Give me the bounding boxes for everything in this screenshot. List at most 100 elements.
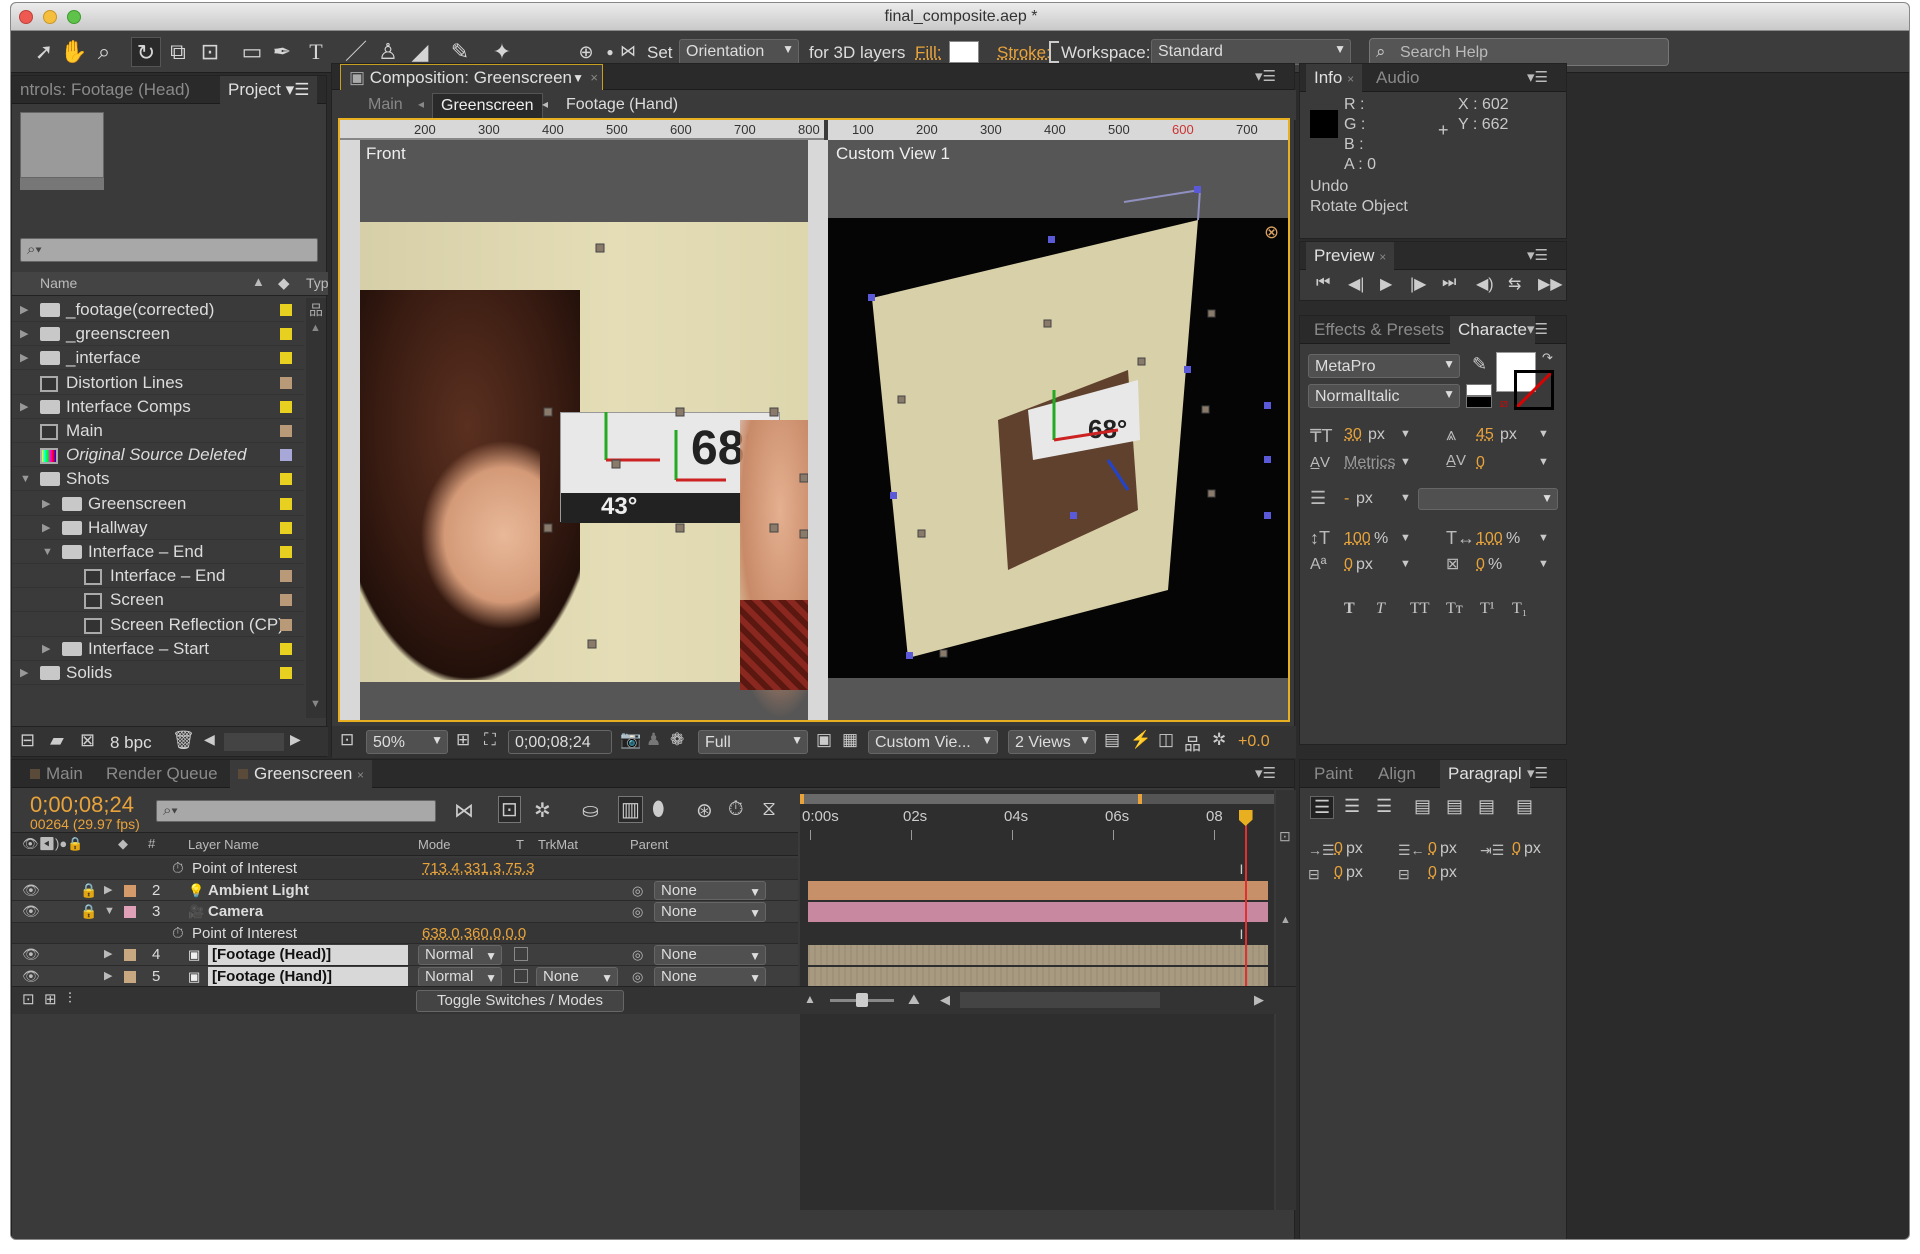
project-item[interactable]: ▶ Greenscreen [12,492,304,516]
font-family-dropdown[interactable]: MetaPro ▼ [1308,354,1460,378]
label-color-swatch[interactable] [124,884,136,897]
project-item[interactable]: ▼ Shots [12,467,304,492]
layer-name[interactable]: [Footage (Head)] [208,945,408,965]
project-search-input[interactable]: ⌕▾ [20,238,318,262]
panel-menu-icon[interactable]: ▾☰ [1255,764,1276,782]
chevron-down-icon[interactable]: ▼ [1538,532,1549,544]
twirl-open-icon[interactable]: ▼ [42,540,56,564]
pick-whip-icon[interactable]: ◎ [632,880,643,902]
exposure-reset-icon[interactable]: ✲ [1212,730,1226,750]
property-value[interactable]: 713.4,331.3,75.3 [422,858,535,880]
small-caps-icon[interactable]: Tт [1446,600,1463,618]
label-color-swatch[interactable] [280,473,292,486]
tab-project[interactable]: Project ▾☰ [220,76,318,104]
label-color-swatch[interactable] [280,521,292,534]
tab-preview[interactable]: Preview × [1306,242,1395,270]
pick-whip-icon[interactable]: ◎ [632,901,643,923]
first-line-indent-value[interactable]: 0 [1512,840,1521,858]
always-preview-icon[interactable]: ⊡ [340,730,354,750]
tab-greenscreen-timeline[interactable]: Greenscreen × [230,760,373,788]
visibility-eye-icon[interactable]: 👁 [22,944,40,966]
tab-audio[interactable]: Audio [1368,64,1427,92]
label-color-swatch[interactable] [280,352,292,365]
previous-frame-icon[interactable]: ◀| [1348,274,1364,294]
rectangle-tool-icon[interactable]: ▭ [237,37,267,67]
new-folder-icon[interactable]: ▰ [50,730,64,751]
label-color-swatch[interactable] [280,425,292,437]
channels-icon[interactable]: ❁ [670,730,684,750]
brainstorm-icon[interactable]: ⊛ [696,798,713,823]
hand-tool-icon[interactable]: ✋ [59,37,89,67]
layer-duration-bar[interactable] [808,967,1268,987]
close-tab-icon[interactable]: × [357,768,364,782]
transform-gizmo[interactable] [360,140,824,720]
loop-icon[interactable]: ⇆ [1508,274,1521,294]
align-center-icon[interactable]: ☰ [1344,796,1360,817]
project-item[interactable]: ▶ Hallway [12,516,304,540]
label-color-swatch[interactable] [280,594,292,607]
blend-mode-dropdown[interactable]: Normal ▼ [418,967,502,987]
bit-depth-button[interactable]: 8 bpc [110,733,152,753]
mini-flowchart-icon[interactable]: ⋈ [454,798,474,823]
search-help-field[interactable]: ⌕ Search Help [1369,38,1669,66]
fill-swatch[interactable] [949,41,979,63]
tab-effects-presets[interactable]: Effects & Presets [1306,316,1452,344]
project-item[interactable]: ▶ _greenscreen [12,322,304,347]
tab-render-queue[interactable]: Render Queue [98,760,226,788]
twirl-closed-icon[interactable]: ▶ [42,637,56,661]
property-row[interactable]: ⏱ Point of Interest 713.4,331.3,75.3 [12,858,798,880]
label-color-swatch[interactable] [280,400,292,413]
resolution-dropdown[interactable]: Full ▼ [698,730,808,754]
layer-duration-bar[interactable] [808,880,1268,901]
motion-blur-icon[interactable]: ⬮ [652,798,665,821]
trash-icon[interactable]: 🗑 [172,730,195,751]
chevron-down-icon[interactable]: ▼ [572,65,584,91]
grid-overlay-icon[interactable]: ⊞ [456,730,470,750]
twirl-closed-icon[interactable]: ▶ [104,944,112,966]
viewer-custom-view[interactable]: 68° Custom View 1 ⊗ [828,140,1288,720]
av-features-icon[interactable]: 👁◀)●🔒 [22,836,83,852]
visibility-eye-icon[interactable]: 👁 [22,901,40,923]
twirl-open-icon[interactable]: ▼ [20,467,34,491]
track-matte-dropdown[interactable]: None ▼ [536,967,618,987]
stroke-style-dropdown[interactable]: ▼ [1418,488,1558,510]
label-column-icon[interactable]: ◆ [118,836,128,852]
tab-composition[interactable]: ▣ Composition: Greenscreen ▼ × [340,64,604,91]
leading-value[interactable]: 45 [1476,426,1494,444]
panel-menu-icon[interactable]: ▾☰ [1255,67,1276,85]
panel-menu-icon[interactable]: ▾☰ [1527,320,1548,338]
layer-name[interactable]: Ambient Light [208,880,309,902]
project-item[interactable]: ▶ _interface [12,346,304,371]
label-column-icon[interactable]: ◆ [278,274,290,292]
exposure-value[interactable]: +0.0 [1238,733,1270,751]
timeline-icon[interactable]: ◫ [1158,730,1174,750]
space-before-value[interactable]: 0 [1334,864,1343,882]
new-comp-icon[interactable]: ⊠ [80,730,95,751]
comp-marker-icon[interactable]: ⊡ [1279,828,1291,845]
panel-menu-icon[interactable]: ▾☰ [1527,246,1548,264]
twirl-closed-icon[interactable]: ▶ [20,395,34,419]
tab-paragraph[interactable]: Paragrapl [1440,760,1530,788]
swap-colors-icon[interactable]: ↷ [1542,350,1553,366]
stroke-swatch[interactable] [1049,41,1059,63]
eyedropper-icon[interactable]: ✎ [1472,354,1487,375]
font-style-dropdown[interactable]: NormalItalic ▼ [1308,384,1460,408]
toggle-transfer-controls-icon[interactable]: ⊞ [44,990,57,1008]
live-update-icon[interactable]: ⊡ [498,796,521,823]
stopwatch-icon[interactable]: ⏱ [172,858,184,880]
project-item[interactable]: ▶ Solids [12,661,304,685]
layer-name[interactable]: Camera [208,901,263,923]
toggle-switches-modes-button[interactable]: Toggle Switches / Modes [416,990,624,1012]
chevron-down-icon[interactable]: ▼ [1400,456,1411,468]
label-color-swatch[interactable] [124,906,136,919]
pick-whip-icon[interactable]: ◎ [632,966,643,988]
selection-tool-icon[interactable]: ➚ [29,37,59,67]
faux-italic-icon[interactable]: T [1376,600,1385,618]
tab-main-timeline[interactable]: Main [22,760,91,788]
chevron-down-icon[interactable]: ▼ [1538,456,1549,468]
visibility-eye-icon[interactable]: 👁 [22,880,40,902]
stopwatch-icon[interactable]: ⏱ [172,923,184,945]
column-parent[interactable]: Parent [630,837,668,852]
twirl-closed-icon[interactable]: ▶ [42,492,56,516]
label-color-swatch[interactable] [280,449,292,462]
